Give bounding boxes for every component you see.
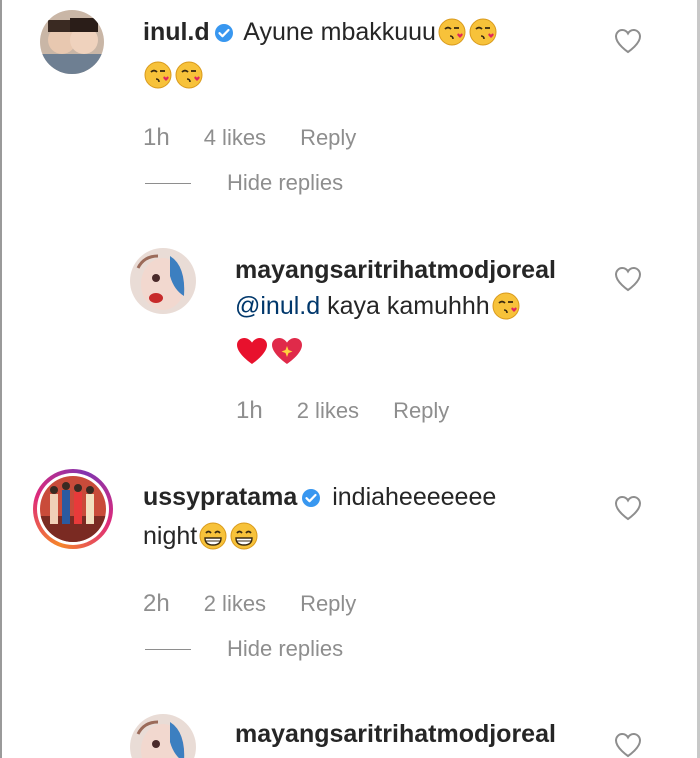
like-heart-icon[interactable] — [614, 28, 642, 59]
like-heart-icon[interactable] — [614, 266, 642, 297]
avatar[interactable] — [40, 10, 104, 74]
avatar[interactable] — [130, 248, 196, 314]
likes-count[interactable]: 2 likes — [204, 591, 266, 617]
comment-timestamp[interactable]: 1h — [143, 124, 170, 152]
username[interactable]: mayangsaritrihatmodjoreal — [235, 256, 556, 284]
username[interactable]: ussypratama — [143, 483, 297, 511]
divider-line — [145, 648, 191, 650]
username[interactable]: mayangsaritrihatmodjoreal — [235, 720, 556, 748]
reply-button[interactable]: Reply — [300, 125, 356, 151]
face-blowing-kiss-emoji — [174, 60, 204, 102]
red-heart-emoji — [235, 336, 269, 378]
reply-button[interactable]: Reply — [393, 398, 449, 424]
likes-count[interactable]: 2 likes — [297, 398, 359, 424]
comment-text: indiaheeeeeee — [332, 483, 497, 511]
comment-text: night — [143, 522, 198, 550]
likes-count[interactable]: 4 likes — [204, 125, 266, 151]
verified-badge-icon — [301, 480, 321, 520]
divider-line — [145, 182, 191, 184]
avatar[interactable] — [130, 714, 196, 758]
like-heart-icon[interactable] — [614, 495, 642, 526]
face-blowing-kiss-emoji — [468, 17, 498, 59]
face-blowing-kiss-emoji — [491, 291, 521, 331]
hide-replies-button[interactable]: Hide replies — [145, 170, 343, 196]
avatar-story-ring[interactable] — [33, 469, 113, 549]
comment-text: kaya kamuhhh — [320, 292, 490, 320]
hide-replies-label: Hide replies — [227, 636, 344, 661]
comment-timestamp[interactable]: 2h — [143, 590, 170, 618]
verified-badge-icon — [214, 15, 234, 55]
like-heart-icon[interactable] — [614, 732, 642, 758]
grinning-face-emoji — [198, 521, 228, 563]
face-blowing-kiss-emoji — [437, 17, 467, 59]
username[interactable]: inul.d — [143, 18, 210, 46]
sparkling-heart-emoji — [270, 336, 304, 378]
hide-replies-label: Hide replies — [227, 170, 344, 195]
hide-replies-button[interactable]: Hide replies — [145, 636, 343, 662]
face-blowing-kiss-emoji — [143, 60, 173, 102]
mention-link[interactable]: @inul.d — [235, 292, 320, 320]
comment-timestamp[interactable]: 1h — [236, 397, 263, 425]
grinning-face-emoji — [229, 521, 259, 563]
comment-text: Ayune mbakkuuu — [243, 18, 436, 46]
reply-button[interactable]: Reply — [300, 591, 356, 617]
window-left-border — [0, 0, 2, 758]
